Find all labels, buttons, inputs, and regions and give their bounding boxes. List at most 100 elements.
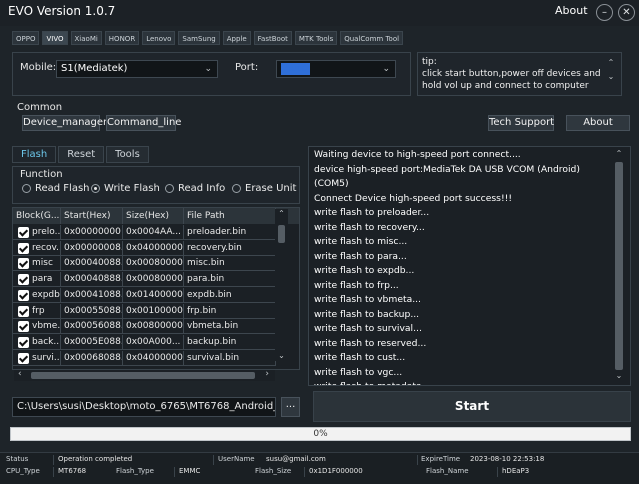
radio-label: Read Info <box>178 183 226 194</box>
tip-heading: tip: <box>422 57 437 67</box>
checkbox-checked-icon[interactable] <box>18 258 29 270</box>
chevron-up-icon: ⌃ <box>607 58 615 67</box>
checkbox-checked-icon[interactable] <box>18 305 29 317</box>
start-button[interactable]: Start <box>313 391 631 422</box>
about-menu-link[interactable]: About <box>555 4 588 17</box>
log-line: write flash to para... <box>314 250 407 262</box>
size-cell: 0x00800000 <box>123 319 184 335</box>
checkbox-checked-icon[interactable] <box>18 336 29 348</box>
file-path-cell: recovery.bin <box>184 240 276 256</box>
table-row[interactable]: expdb 0x00041088... 0x01400000 expdb.bin <box>13 287 276 303</box>
size-cell: 0x04000000 <box>123 350 184 366</box>
table-row[interactable]: back... 0x0005E088... 0x00A000... backup.bi… <box>13 334 276 350</box>
size-cell: 0x00100000 <box>123 303 184 319</box>
tab-lenovo[interactable]: Lenovo <box>142 31 176 45</box>
tab-honor[interactable]: HONOR <box>104 31 140 45</box>
expire-key: ExpireTime <box>421 455 461 463</box>
column-header-block[interactable]: Block(G... <box>13 208 61 224</box>
radio-write-flash[interactable]: Write Flash <box>91 183 160 194</box>
checkbox-checked-icon[interactable] <box>18 242 29 254</box>
table-row[interactable]: recov...0x00000008...0x04000000recovery.… <box>13 240 276 256</box>
start-cell: 0x00040888... <box>61 272 123 288</box>
file-path-cell: misc.bin <box>184 256 276 272</box>
block-name: misc <box>32 258 53 269</box>
table-row[interactable]: para 0x00040888... 0x00080000 para.bin <box>13 272 276 288</box>
tab-fastboot[interactable]: FastBoot <box>253 31 292 45</box>
block-name: expdb <box>32 289 60 300</box>
tab-xiaomi[interactable]: XiaoMi <box>70 31 102 45</box>
radio-read-flash[interactable]: Read Flash <box>22 183 90 194</box>
tip-text: click start button,power off devices and… <box>422 69 601 91</box>
progress-text: 0% <box>313 429 328 439</box>
table-header: Block(G... Start(Hex) Size(Hex) File Pat… <box>13 208 299 224</box>
minimize-button[interactable]: – <box>596 4 613 21</box>
command-line-button[interactable]: Command_line <box>106 115 181 131</box>
table-scroll-thumb[interactable] <box>278 225 285 243</box>
block-name: vbme... <box>32 321 61 332</box>
about-button[interactable]: About <box>566 115 630 131</box>
radio-read-info[interactable]: Read Info <box>165 183 225 194</box>
start-cell: 0x0005E088... <box>61 334 123 350</box>
port-select[interactable]: Auto ⌄ <box>276 60 396 78</box>
log-line: Connect Device high-speed port success!!… <box>314 192 513 204</box>
block-cell: vbme... <box>13 319 61 335</box>
tab-apple[interactable]: Apple <box>222 31 251 45</box>
scatter-path-input[interactable]: C:\Users\susi\Desktop\moto_6765\MT6768_A… <box>12 397 276 417</box>
checkbox-checked-icon[interactable] <box>18 227 29 238</box>
tab-oppo[interactable]: OPPO <box>12 31 40 45</box>
status-value: Operation completed <box>58 455 133 463</box>
checkbox-checked-icon[interactable] <box>18 352 29 364</box>
block-cell: misc <box>13 256 61 272</box>
divider <box>174 467 175 477</box>
size-cell: 0x0004AA... <box>123 225 184 240</box>
table-row[interactable]: vbme...0x00056088...0x00800000vbmeta.bin <box>13 319 276 335</box>
log-line: write flash to vgc... <box>314 366 403 378</box>
column-header-start[interactable]: Start(Hex) <box>61 208 123 224</box>
tab-flash[interactable]: Flash <box>12 146 57 163</box>
checkbox-checked-icon[interactable] <box>18 321 29 333</box>
table-row[interactable]: misc 0x00040088... 0x00080000 misc.bin <box>13 256 276 272</box>
close-button[interactable]: ✕ <box>618 4 635 21</box>
chevron-up-icon: ⌃ <box>278 209 285 218</box>
mobile-select[interactable]: S1(Mediatek) ⌄ <box>56 60 218 78</box>
start-cell: 0x00040088... <box>61 256 123 272</box>
device-manager-button[interactable]: Device_manager <box>22 115 107 131</box>
table-row[interactable]: survi... 0x00068088... 0x04000000 survival.… <box>13 350 276 366</box>
file-path-cell: preloader.bin <box>184 225 276 240</box>
block-name: frp <box>32 305 45 316</box>
tab-reset[interactable]: Reset <box>58 146 105 163</box>
log-line: write flash to expdb... <box>314 265 415 276</box>
common-label: Common <box>17 102 63 113</box>
file-path-cell: frp.bin <box>184 303 276 319</box>
block-cell: expdb <box>13 287 61 303</box>
radio-icon <box>232 184 241 193</box>
log-line: write flash to reserved... <box>314 337 427 349</box>
tab-vivo[interactable]: VIVO <box>42 31 68 45</box>
window-title: EVO Version 1.0.7 <box>8 4 116 18</box>
table-row[interactable]: frp 0x00055088... 0x00100000 frp.bin <box>13 303 276 319</box>
browse-button[interactable]: ... <box>281 397 300 417</box>
cpu-type-key: CPU_Type <box>6 467 40 475</box>
tab-tools[interactable]: Tools <box>106 146 149 163</box>
block-cell: para <box>13 272 61 288</box>
table-hscroll-thumb[interactable] <box>31 372 255 379</box>
radio-erase-unit[interactable]: Erase Unit <box>232 183 296 194</box>
chevron-down-icon: ⌄ <box>204 64 212 74</box>
tab-qualcomm-tool[interactable]: QualComm Tool <box>340 31 404 45</box>
log-scroll-thumb[interactable] <box>615 162 623 370</box>
username-value: susu@gmail.com <box>266 455 326 463</box>
table-row[interactable]: prelo... 0x00000000 0x0004AA... preloader.b… <box>13 225 276 240</box>
tech-support-button[interactable]: Tech Support <box>488 115 554 131</box>
tab-mtk-tools[interactable]: MTK Tools <box>294 31 338 45</box>
column-header-file-path[interactable]: File Path <box>184 208 276 224</box>
divider <box>213 455 214 465</box>
tip-scrollbar[interactable]: ⌃ ⌄ <box>604 56 618 84</box>
checkbox-checked-icon[interactable] <box>18 289 29 301</box>
checkbox-checked-icon[interactable] <box>18 274 29 286</box>
column-header-size[interactable]: Size(Hex) <box>123 208 184 224</box>
log-line: write flash to vbmeta... <box>314 294 421 305</box>
block-name: survi... <box>32 352 61 363</box>
tab-samsung[interactable]: SamSung <box>178 31 220 45</box>
block-cell: prelo... <box>13 225 61 240</box>
mobile-select-value: S1(Mediatek) <box>61 63 128 74</box>
